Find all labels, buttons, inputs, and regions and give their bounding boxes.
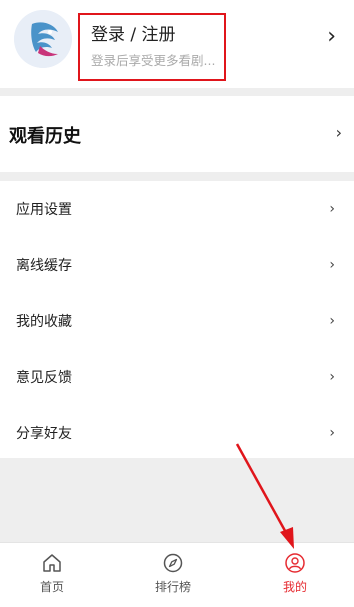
login-subtitle: 登录后享受更多看剧... [91, 53, 216, 68]
user-icon [285, 553, 305, 573]
tab-label: 排行榜 [154, 580, 191, 594]
home-icon [43, 554, 61, 572]
profile-header[interactable]: 登录 / 注册 登录后享受更多看剧... › [0, 0, 354, 88]
chevron-right-icon: › [329, 369, 335, 385]
chevron-right-icon[interactable]: › [336, 123, 342, 142]
login-register-highlight[interactable]: 登录 / 注册 登录后享受更多看剧... [78, 13, 226, 81]
menu-item-label: 应用设置 [16, 202, 72, 218]
menu-item-favorites[interactable]: 我的收藏 › [0, 293, 354, 349]
menu-item-label: 意见反馈 [16, 370, 72, 386]
empty-background-area [0, 458, 354, 542]
chevron-right-icon: › [329, 313, 335, 329]
bottom-tab-bar: 首页 排行榜 我的 [0, 542, 354, 607]
tab-mine[interactable]: 我的 [265, 543, 325, 607]
tab-ranking[interactable]: 排行榜 [143, 543, 203, 607]
menu-item-feedback[interactable]: 意见反馈 › [0, 349, 354, 405]
tab-label: 我的 [282, 580, 307, 594]
login-register-title[interactable]: 登录 / 注册 [91, 20, 176, 45]
chevron-right-icon: › [329, 257, 335, 273]
chevron-right-icon: › [329, 201, 335, 217]
menu-item-app-settings[interactable]: 应用设置 › [0, 181, 354, 237]
watch-history-title: 观看历史 [9, 126, 81, 147]
my-page: 登录 / 注册 登录后享受更多看剧... › 观看历史 › 应用设置 › 离线缓… [0, 0, 354, 607]
menu-item-label: 离线缓存 [16, 258, 72, 274]
section-divider [0, 172, 354, 181]
menu-item-share[interactable]: 分享好友 › [0, 405, 354, 461]
settings-menu: 应用设置 › 离线缓存 › 我的收藏 › 意见反馈 › 分享好友 › [0, 181, 354, 461]
compass-icon [163, 553, 183, 573]
tab-label: 首页 [39, 580, 64, 594]
tab-home[interactable]: 首页 [22, 543, 82, 607]
app-logo-icon[interactable] [14, 10, 72, 68]
menu-item-label: 我的收藏 [16, 314, 72, 330]
menu-item-label: 分享好友 [16, 426, 72, 442]
menu-item-offline-cache[interactable]: 离线缓存 › [0, 237, 354, 293]
watch-history-row[interactable]: 观看历史 › [0, 96, 354, 172]
chevron-right-icon[interactable]: › [327, 26, 336, 48]
chevron-right-icon: › [329, 425, 335, 441]
section-divider [0, 88, 354, 96]
